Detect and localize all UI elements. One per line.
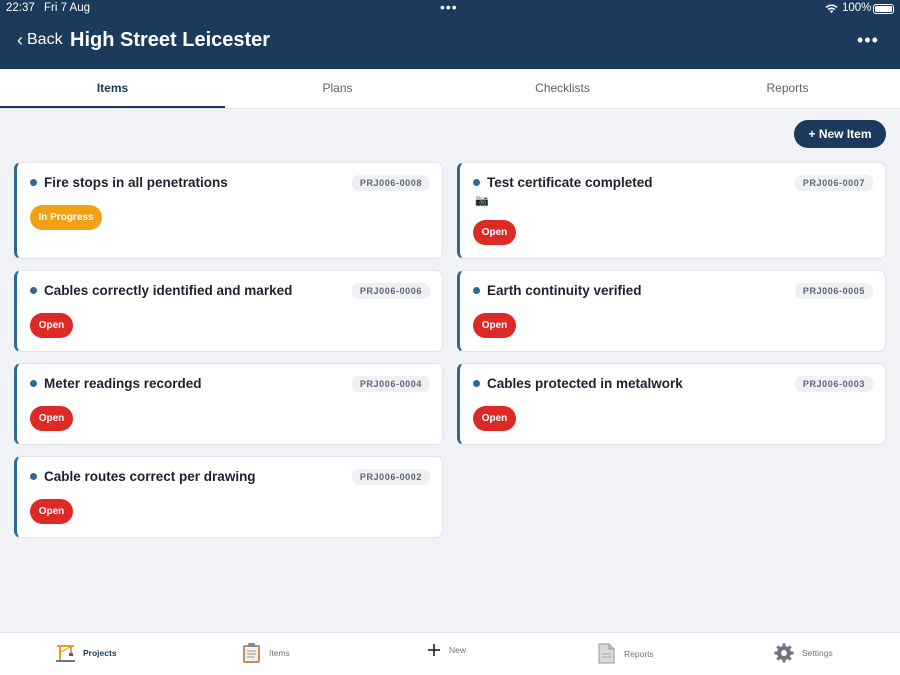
more-options-icon[interactable]: •••: [857, 30, 879, 51]
battery-percent: 100%: [842, 2, 872, 14]
item-code-badge: PRJ006-0004: [351, 376, 430, 392]
bottom-nav-label: New: [449, 645, 467, 655]
bottom-nav-settings[interactable]: Settings: [774, 643, 833, 663]
status-badge: Open: [473, 313, 516, 338]
status-date: Fri 7 Aug: [44, 2, 91, 14]
status-dot: [30, 287, 37, 294]
chevron-left-icon: ‹: [17, 30, 23, 50]
status-dot: [30, 179, 37, 186]
status-dot: [473, 179, 480, 186]
item-code-badge: PRJ006-0006: [351, 283, 430, 299]
document-icon: [598, 643, 615, 664]
status-badge: Open: [30, 313, 73, 338]
item-title: Earth continuity verified: [487, 283, 642, 298]
item-code-badge: PRJ006-0008: [351, 175, 430, 191]
item-card[interactable]: Fire stops in all penetrations PRJ006-00…: [14, 162, 443, 259]
bottom-nav-label: Settings: [802, 648, 833, 658]
tab-plans[interactable]: Plans: [225, 69, 450, 108]
bottom-nav-projects[interactable]: Projects: [56, 643, 117, 662]
status-dot: [473, 380, 480, 387]
top-bar: 22:37 Fri 7 Aug ••• 100% ‹ Back High Str…: [0, 0, 900, 69]
bottom-nav-new[interactable]: New: [427, 643, 466, 657]
item-title: Fire stops in all penetrations: [44, 175, 228, 190]
crane-icon: [56, 645, 75, 662]
bottom-nav-label: Projects: [83, 647, 117, 658]
back-label: Back: [27, 31, 63, 48]
item-title: Test certificate completed: [487, 175, 653, 190]
item-card[interactable]: Earth continuity verified PRJ006-0005 Op…: [457, 270, 886, 352]
tab-reports[interactable]: Reports: [675, 69, 900, 108]
status-badge: Open: [30, 499, 73, 524]
status-badge: Open: [473, 220, 516, 245]
tab-checklists[interactable]: Checklists: [450, 69, 675, 108]
bottom-nav-items[interactable]: Items: [242, 643, 290, 663]
clipboard-icon: [243, 643, 260, 663]
status-dot: [30, 473, 37, 480]
status-dot: [30, 380, 37, 387]
item-title: Meter readings recorded: [44, 376, 202, 391]
camera-icon: 📷: [475, 195, 489, 207]
status-dot: [473, 287, 480, 294]
back-button[interactable]: ‹ Back: [17, 31, 63, 49]
bottom-nav-label: Reports: [624, 648, 654, 659]
tab-items[interactable]: Items: [0, 69, 225, 108]
bottom-tab-bar: Projects Items New Reports Settings: [0, 632, 900, 675]
item-card[interactable]: Cables protected in metalwork PRJ006-000…: [457, 363, 886, 445]
item-code-badge: PRJ006-0002: [351, 469, 430, 485]
multitasking-dots-icon[interactable]: •••: [440, 0, 458, 14]
item-card[interactable]: Cables correctly identified and marked P…: [14, 270, 443, 352]
status-badge: Open: [30, 406, 73, 431]
item-code-badge: PRJ006-0005: [794, 283, 873, 299]
item-card[interactable]: Cable routes correct per drawing PRJ006-…: [14, 456, 443, 538]
item-card[interactable]: Test certificate completed PRJ006-0007 📷…: [457, 162, 886, 259]
tab-bar: Items Plans Checklists Reports: [0, 69, 900, 109]
item-code-badge: PRJ006-0007: [794, 175, 873, 191]
page-title: High Street Leicester: [70, 29, 271, 51]
item-code-badge: PRJ006-0003: [794, 376, 873, 392]
bottom-nav-reports[interactable]: Reports: [597, 643, 654, 664]
battery-icon: [873, 4, 894, 14]
plus-icon: [428, 644, 440, 656]
status-badge: In Progress: [30, 205, 102, 230]
bottom-nav-label: Items: [269, 648, 290, 658]
item-title: Cable routes correct per drawing: [44, 469, 256, 484]
status-bar: 22:37 Fri 7 Aug ••• 100%: [0, 0, 900, 18]
item-card[interactable]: Meter readings recorded PRJ006-0004 Open: [14, 363, 443, 445]
new-item-button[interactable]: + New Item: [794, 120, 886, 148]
wifi-icon: [825, 4, 838, 14]
item-title: Cables correctly identified and marked: [44, 283, 293, 298]
status-badge: Open: [473, 406, 516, 431]
status-time: 22:37: [6, 2, 35, 14]
item-title: Cables protected in metalwork: [487, 376, 683, 391]
gear-icon: [774, 643, 794, 663]
